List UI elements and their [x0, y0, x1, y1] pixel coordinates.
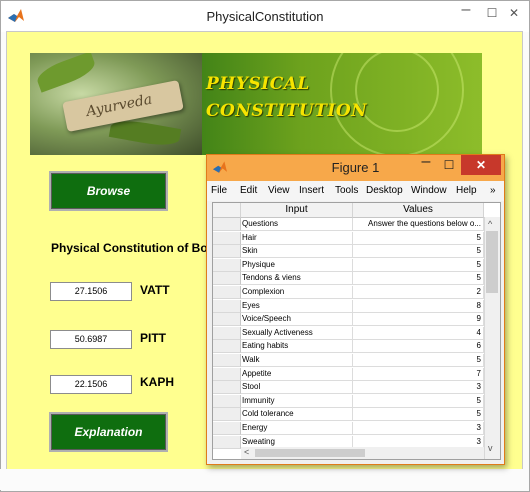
scroll-down-arrow[interactable]: v	[488, 443, 493, 453]
table-cell-value[interactable]: 5	[353, 272, 484, 286]
ayurveda-photo: Ayurveda	[30, 53, 202, 155]
menu-overflow[interactable]: »	[490, 185, 496, 196]
table-cell-value[interactable]: 5	[353, 354, 484, 367]
table-cell-input[interactable]: Voice/Speech	[241, 313, 353, 327]
kaph-label: KAPH	[140, 375, 175, 389]
table-cell-value[interactable]: 3	[353, 422, 484, 435]
table-cell-input[interactable]: Questions	[241, 218, 353, 231]
scroll-up-arrow[interactable]: ^	[488, 219, 492, 229]
table-cell-value[interactable]: 8	[353, 299, 484, 313]
row-header[interactable]	[213, 218, 241, 231]
pitt-label: PITT	[140, 331, 166, 345]
hscroll-thumb[interactable]	[255, 449, 365, 457]
table-cell-input[interactable]: Walk	[241, 354, 353, 367]
menu-help[interactable]: Help	[456, 185, 477, 196]
table-cell-value[interactable]: 6	[353, 340, 484, 354]
table-cell-input[interactable]: Skin	[241, 245, 353, 259]
row-header[interactable]	[213, 381, 241, 395]
row-header[interactable]	[213, 286, 241, 299]
banner-title-line2: CONSTITUTION	[206, 101, 368, 121]
menu-edit[interactable]: Edit	[240, 185, 257, 196]
figure-menu-bar: File Edit View Insert Tools Desktop Wind…	[207, 181, 504, 201]
row-header[interactable]	[213, 394, 241, 408]
title-bar[interactable]: PhysicalConstitution – ☐ ✕	[1, 1, 529, 32]
window-title: PhysicalConstitution	[206, 9, 324, 24]
row-header[interactable]	[213, 435, 241, 449]
table-cell-value[interactable]: 7	[353, 367, 484, 381]
table-cell-value[interactable]: 3	[353, 381, 484, 395]
vertical-scrollbar[interactable]: ^ v	[484, 217, 500, 459]
table-cell-input[interactable]: Energy	[241, 422, 353, 435]
menu-insert[interactable]: Insert	[299, 185, 324, 196]
row-header[interactable]	[213, 272, 241, 286]
row-header[interactable]	[213, 313, 241, 327]
table-cell-value[interactable]: 9	[353, 313, 484, 327]
row-header[interactable]	[213, 258, 241, 272]
table-cell-value[interactable]: 4	[353, 326, 484, 340]
table-cell-input[interactable]: Physique	[241, 258, 353, 272]
menu-file[interactable]: File	[211, 185, 227, 196]
status-bar	[0, 469, 528, 490]
minimize-button[interactable]: –	[453, 2, 479, 23]
scroll-thumb[interactable]	[486, 231, 498, 293]
table-cell-value[interactable]: 5	[353, 245, 484, 259]
menu-view[interactable]: View	[268, 185, 290, 196]
table-cell-value[interactable]: 5	[353, 394, 484, 408]
banner-title-line1: PHYSICAL	[206, 74, 310, 94]
table-cell-input[interactable]: Appetite	[241, 367, 353, 381]
close-button[interactable]: ✕	[501, 3, 527, 23]
figure-minimize-button[interactable]: –	[414, 155, 438, 175]
vatt-value: 27.1506	[50, 282, 132, 301]
data-table[interactable]: Input Values Questions Answer the questio…	[212, 202, 501, 460]
row-header[interactable]	[213, 354, 241, 367]
row-header[interactable]	[213, 340, 241, 354]
table-cell-input[interactable]: Stool	[241, 381, 353, 395]
kaph-value: 22.1506	[50, 375, 132, 394]
menu-window[interactable]: Window	[411, 185, 447, 196]
figure-window: Figure 1 – ☐ ✕ File Edit View Insert Too…	[206, 154, 505, 465]
row-header[interactable]	[213, 231, 241, 245]
figure-title-bar[interactable]: Figure 1 – ☐ ✕	[207, 155, 504, 181]
vatt-label: VATT	[140, 283, 170, 297]
scroll-left-arrow[interactable]: <	[244, 447, 249, 457]
column-header-values[interactable]: Values	[353, 203, 484, 218]
row-header[interactable]	[213, 367, 241, 381]
tag-text: Ayurveda	[84, 91, 154, 120]
table-corner	[213, 203, 241, 218]
figure-maximize-button[interactable]: ☐	[438, 155, 460, 175]
table-cell-value[interactable]: 5	[353, 258, 484, 272]
table-cell-value[interactable]: Answer the questions below o...	[353, 218, 484, 231]
row-header[interactable]	[213, 422, 241, 435]
figure-close-button[interactable]: ✕	[461, 155, 501, 175]
header-banner: Ayurveda PHYSICAL CONSTITUTION	[30, 53, 482, 155]
menu-desktop[interactable]: Desktop	[366, 185, 403, 196]
browse-button[interactable]: Browse	[49, 171, 168, 211]
table-cell-input[interactable]: Tendons & viens	[241, 272, 353, 286]
pitt-value: 50.6987	[50, 330, 132, 349]
horizontal-scrollbar[interactable]: <	[241, 447, 484, 459]
menu-tools[interactable]: Tools	[335, 185, 358, 196]
table-cell-value[interactable]: 2	[353, 286, 484, 299]
banner-title: PHYSICAL CONSTITUTION	[206, 71, 367, 125]
table-cell-input[interactable]: Immunity	[241, 394, 353, 408]
table-cell-input[interactable]: Eating habits	[241, 340, 353, 354]
row-header[interactable]	[213, 245, 241, 259]
leaf-shape	[34, 53, 98, 93]
explanation-button[interactable]: Explanation	[49, 412, 168, 452]
row-header[interactable]	[213, 326, 241, 340]
table-cell-input[interactable]: Sexually Activeness	[241, 326, 353, 340]
row-header[interactable]	[213, 408, 241, 422]
table-cell-value[interactable]: 5	[353, 408, 484, 422]
table-cell-input[interactable]: Cold tolerance	[241, 408, 353, 422]
table-cell-input[interactable]: Eyes	[241, 299, 353, 313]
column-header-input[interactable]: Input	[241, 203, 353, 218]
table-cell-input[interactable]: Complexion	[241, 286, 353, 299]
table-cell-value[interactable]: 5	[353, 231, 484, 245]
row-header[interactable]	[213, 299, 241, 313]
table-cell-input[interactable]: Hair	[241, 231, 353, 245]
